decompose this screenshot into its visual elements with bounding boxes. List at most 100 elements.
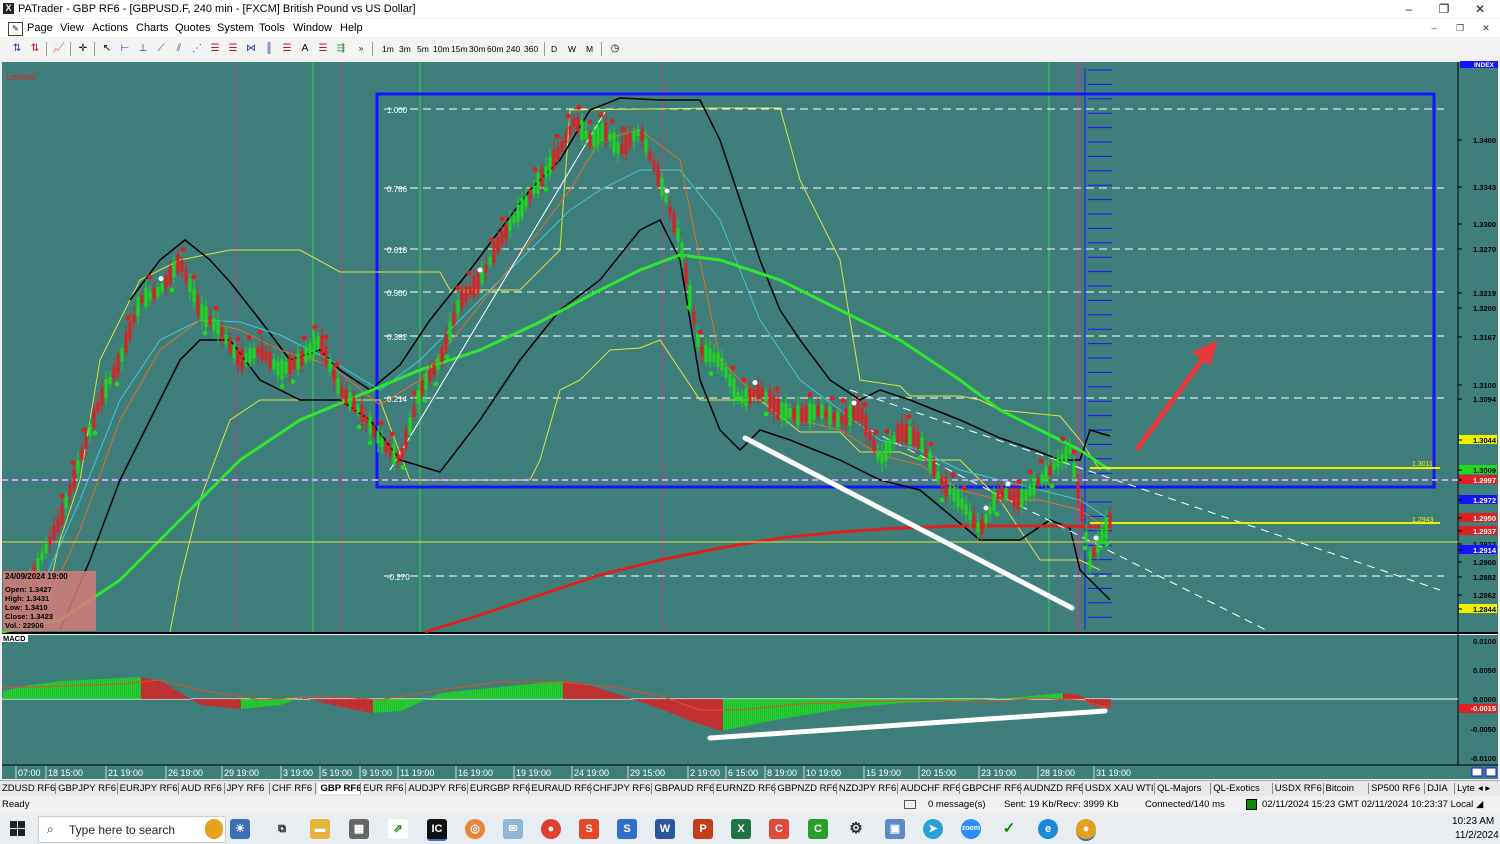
calculator-icon[interactable]: ▦ bbox=[349, 819, 369, 839]
taskbar-search-box[interactable]: ⌕ Type here to search bbox=[38, 816, 226, 843]
symbol-tab[interactable]: QL-Exotics bbox=[1213, 783, 1259, 794]
symbol-tab[interactable]: EURJPY RF6 bbox=[120, 783, 178, 794]
text-tool-icon[interactable]: A bbox=[298, 42, 312, 56]
status-messages[interactable]: 0 message(s) bbox=[928, 799, 986, 810]
minimize-button[interactable]: – bbox=[1392, 0, 1426, 18]
symbol-tab[interactable]: Lyte bbox=[1457, 783, 1475, 794]
vline-tool-icon[interactable]: ⊥ bbox=[136, 42, 150, 56]
menu-view[interactable]: View bbox=[60, 22, 84, 34]
word-icon[interactable]: W bbox=[655, 819, 675, 839]
timeframe-60m[interactable]: 60m bbox=[487, 44, 504, 54]
menu-page[interactable]: Page bbox=[27, 22, 53, 34]
symbol-tab[interactable]: USDX XAU WTI bbox=[1085, 783, 1154, 794]
symbol-tab[interactable]: QL-Majors bbox=[1157, 783, 1201, 794]
arrow-tool-icon[interactable]: ⇶ bbox=[334, 42, 348, 56]
clock-icon[interactable]: ◷ bbox=[608, 42, 622, 56]
windows-start-icon[interactable] bbox=[10, 821, 26, 837]
page-menu-icon[interactable]: ✎ bbox=[8, 22, 23, 36]
symbol-tab[interactable]: AUDNZD RF6 bbox=[1023, 783, 1083, 794]
sell-icon[interactable]: ⇅ bbox=[28, 42, 42, 56]
app-s-blue-icon[interactable]: S bbox=[617, 819, 637, 839]
patrader-app-icon[interactable]: IC bbox=[427, 819, 447, 841]
symbol-tab[interactable]: EURNZD RF6 bbox=[716, 783, 776, 794]
menu-quotes[interactable]: Quotes bbox=[175, 22, 210, 34]
toolbar-overflow-icon[interactable]: » bbox=[354, 42, 368, 56]
telegram-icon[interactable]: ➤ bbox=[923, 819, 943, 839]
symbol-tab[interactable]: GBPCHF RF6 bbox=[962, 783, 1022, 794]
timeframe-240[interactable]: 240 bbox=[506, 44, 520, 54]
app-c-green-icon[interactable]: C bbox=[808, 819, 828, 839]
symbol-tab[interactable]: JPY RF6 bbox=[227, 783, 265, 794]
timeframe-10m[interactable]: 10m bbox=[433, 44, 450, 54]
mdi-restore-button[interactable]: ❐ bbox=[1453, 22, 1467, 34]
powerpoint-icon[interactable]: P bbox=[693, 819, 713, 839]
symbol-tab[interactable]: GBP RF6 bbox=[317, 783, 365, 794]
app-screen-icon[interactable]: ▣ bbox=[885, 819, 905, 839]
fib-retracement-icon[interactable]: ☰ bbox=[208, 42, 222, 56]
period-weekly[interactable]: W bbox=[568, 44, 576, 54]
symbol-tab[interactable]: CHFJPY RF6 bbox=[593, 783, 650, 794]
symbol-tab[interactable]: GBPAUD RF6 bbox=[654, 783, 714, 794]
symbol-tab[interactable]: CHF RF6 bbox=[272, 783, 312, 794]
maximize-button[interactable]: ❐ bbox=[1427, 0, 1461, 18]
widget-icon[interactable]: ☀ bbox=[230, 819, 250, 839]
symbol-tab[interactable]: USDX RF6 bbox=[1275, 783, 1322, 794]
menu-window[interactable]: Window bbox=[293, 22, 332, 34]
timeframe-360[interactable]: 360 bbox=[524, 44, 538, 54]
settings-gear-icon[interactable]: ⚙ bbox=[846, 819, 866, 839]
symbol-tab[interactable]: SP500 RF6 bbox=[1371, 783, 1420, 794]
timeframe-3m[interactable]: 3m bbox=[399, 44, 411, 54]
chrome-active-icon[interactable]: ● bbox=[1076, 819, 1096, 841]
symbol-tab[interactable]: EURAUD RF6 bbox=[531, 783, 592, 794]
crosshair-icon[interactable]: ✛ bbox=[76, 42, 90, 56]
symbol-tab[interactable]: DJIA bbox=[1427, 783, 1448, 794]
symbol-tab[interactable]: Bitcoin bbox=[1326, 783, 1355, 794]
scroll-left-icon[interactable] bbox=[1471, 767, 1483, 777]
timeframe-15m[interactable]: 15m bbox=[451, 44, 468, 54]
resize-grip-icon[interactable]: ◢ bbox=[1476, 799, 1483, 810]
app-c-red-icon[interactable]: C bbox=[769, 819, 789, 839]
zoom-icon[interactable]: zoom bbox=[961, 819, 981, 839]
app-check-icon[interactable]: ✓ bbox=[999, 819, 1019, 839]
timeframe-30m[interactable]: 30m bbox=[469, 44, 486, 54]
app-orange-icon[interactable]: ◎ bbox=[465, 819, 485, 839]
edge-icon[interactable]: e bbox=[1038, 819, 1058, 839]
timeframe-5m[interactable]: 5m bbox=[417, 44, 429, 54]
period-monthly[interactable]: M bbox=[586, 44, 593, 54]
symbol-tab[interactable]: AUD RF6 bbox=[181, 783, 222, 794]
menu-help[interactable]: Help bbox=[340, 22, 363, 34]
tab-scroll-icon[interactable]: ◂ ▸ bbox=[1478, 783, 1490, 794]
fib-extension-icon[interactable]: ☰ bbox=[226, 42, 240, 56]
task-view-icon[interactable]: ⧉ bbox=[272, 819, 292, 839]
symbol-tab[interactable]: ZDUSD RF6 bbox=[2, 783, 55, 794]
symbol-tab[interactable]: AUDCHF RF6 bbox=[900, 783, 960, 794]
channel-tool-icon[interactable]: ⫽ bbox=[172, 42, 186, 56]
taskbar-time[interactable]: 10:23 AM bbox=[1452, 816, 1494, 827]
symbol-tab[interactable]: AUDJPY RF6 bbox=[408, 783, 466, 794]
chart-icon[interactable]: 📈 bbox=[52, 42, 66, 56]
levels-tool-icon[interactable]: ☰ bbox=[280, 42, 294, 56]
menu-tools[interactable]: Tools bbox=[259, 22, 285, 34]
symbol-tab[interactable]: GBPNZD RF6 bbox=[777, 783, 837, 794]
file-explorer-icon[interactable]: ▬ bbox=[310, 819, 330, 839]
menu-system[interactable]: System bbox=[217, 22, 254, 34]
pointer-icon[interactable]: ↖ bbox=[100, 42, 114, 56]
trading-app-icon[interactable]: ⇗ bbox=[388, 819, 408, 839]
period-daily[interactable]: D bbox=[551, 44, 557, 54]
buy-icon[interactable]: ⇅ bbox=[10, 42, 24, 56]
pitchfork-tool-icon[interactable]: ☰ bbox=[316, 42, 330, 56]
message-icon[interactable] bbox=[904, 800, 916, 809]
symbol-tab[interactable]: NZDJPY RF6 bbox=[839, 783, 896, 794]
trendline-tool-icon[interactable]: ⟋ bbox=[154, 42, 168, 56]
symbol-tab[interactable]: GBPJPY RF6 bbox=[58, 783, 116, 794]
mdi-close-button[interactable]: ✕ bbox=[1479, 22, 1493, 34]
close-button[interactable]: ✕ bbox=[1463, 0, 1497, 18]
menu-charts[interactable]: Charts bbox=[136, 22, 168, 34]
fan-tool-icon[interactable]: ⋰ bbox=[190, 42, 204, 56]
chrome-icon[interactable]: ● bbox=[541, 819, 561, 839]
menu-actions[interactable]: Actions bbox=[92, 22, 128, 34]
app-notes-icon[interactable]: ✉ bbox=[503, 819, 523, 839]
taskbar-date[interactable]: 11/2/2024 bbox=[1455, 830, 1499, 841]
excel-icon[interactable]: X bbox=[731, 819, 751, 839]
scroll-right-icon[interactable] bbox=[1485, 767, 1497, 777]
